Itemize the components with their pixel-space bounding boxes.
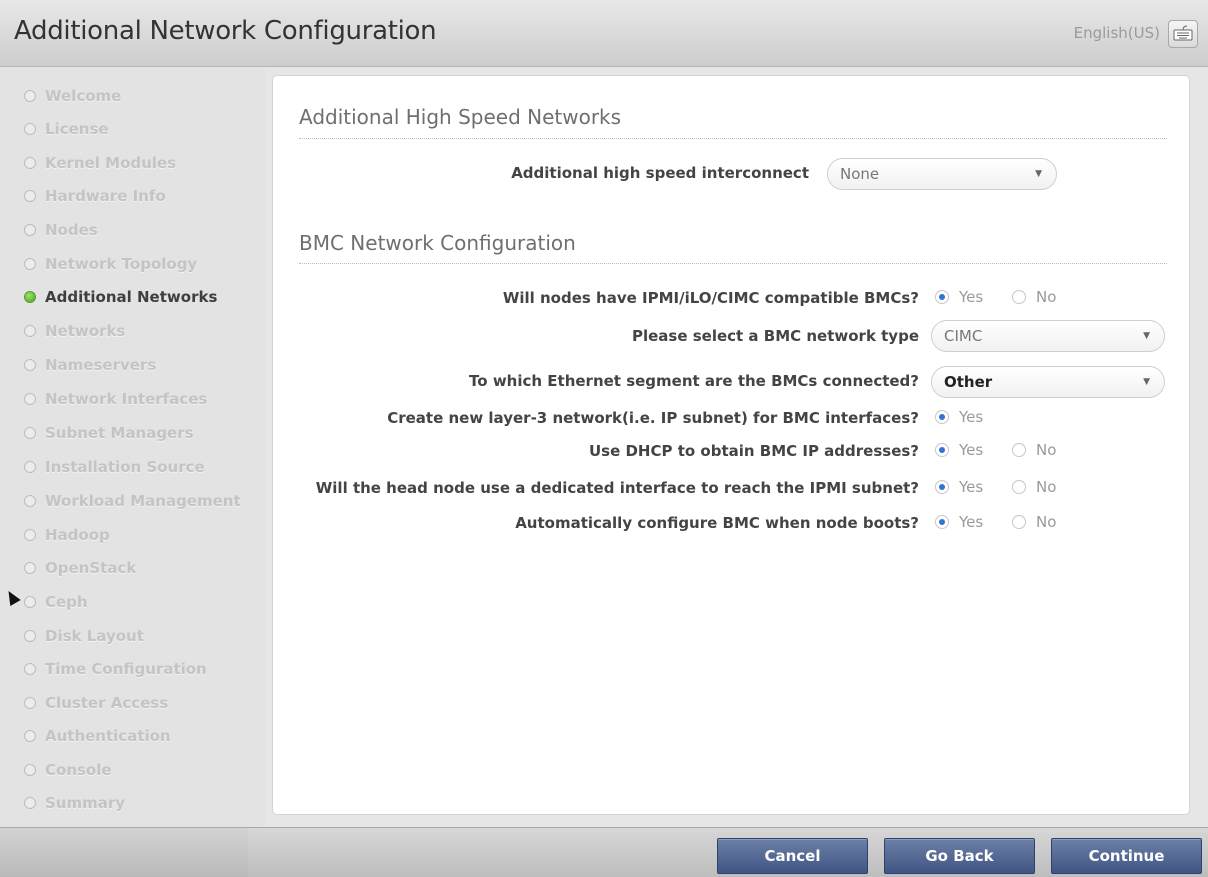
sidebar-item-subnet-managers[interactable]: Subnet Managers: [24, 422, 194, 444]
bmc-type-label: Please select a BMC network type: [631, 327, 919, 345]
sidebar-item-network-interfaces[interactable]: Network Interfaces: [24, 388, 207, 410]
cancel-button[interactable]: Cancel: [717, 838, 868, 874]
interconnect-label: Additional high speed interconnect: [511, 164, 809, 182]
continue-button[interactable]: Continue: [1051, 838, 1202, 874]
sidebar-item-hadoop[interactable]: Hadoop: [24, 524, 110, 546]
bmc-layer3-label: Create new layer-3 network(i.e. IP subne…: [387, 409, 919, 427]
sidebar-item-cluster-access[interactable]: Cluster Access: [24, 692, 168, 714]
language-selector[interactable]: English(US): [1074, 24, 1160, 42]
footer-bar: Cancel Go Back Continue: [0, 827, 1208, 877]
bmc-dedicated-label: Will the head node use a dedicated inter…: [315, 479, 919, 497]
step-dot-icon: [24, 630, 36, 642]
step-dot-icon: [24, 258, 36, 270]
bmc-dhcp-yes[interactable]: Yes: [935, 441, 983, 459]
step-dot-icon: [24, 90, 36, 102]
step-dot-icon: [24, 359, 36, 371]
radio-checked-icon: [935, 410, 949, 424]
bmc-type-select[interactable]: CIMC ▼: [931, 320, 1165, 352]
bmc-compatible-label: Will nodes have IPMI/iLO/CIMC compatible…: [502, 289, 919, 307]
sidebar-item-nodes[interactable]: Nodes: [24, 219, 98, 241]
step-dot-icon: [24, 797, 36, 809]
sidebar-item-network-topology[interactable]: Network Topology: [24, 253, 197, 275]
footer-left-panel: [0, 828, 248, 877]
step-dot-icon: [24, 427, 36, 439]
sidebar-item-workload-management[interactable]: Workload Management: [24, 490, 241, 512]
radio-unchecked-icon: [1012, 290, 1026, 304]
section-title-bmc: BMC Network Configuration: [299, 231, 576, 255]
keyboard-icon[interactable]: [1168, 20, 1198, 48]
chevron-down-icon: ▼: [1143, 331, 1150, 341]
step-dot-icon: [24, 157, 36, 169]
bmc-dhcp-no[interactable]: No: [1012, 441, 1056, 459]
section-divider: [299, 263, 1167, 264]
radio-unchecked-icon: [1012, 515, 1026, 529]
chevron-down-icon: ▼: [1035, 169, 1042, 179]
bmc-dedicated-no[interactable]: No: [1012, 478, 1056, 496]
step-dot-icon: [24, 495, 36, 507]
bmc-compatible-yes[interactable]: Yes: [935, 288, 983, 306]
radio-checked-icon: [935, 515, 949, 529]
step-dot-icon: [24, 325, 36, 337]
section-divider: [299, 138, 1167, 139]
sidebar-item-summary[interactable]: Summary: [24, 792, 125, 814]
sidebar-item-console[interactable]: Console: [24, 759, 112, 781]
section-title-high-speed: Additional High Speed Networks: [299, 105, 622, 129]
sidebar-item-additional-networks[interactable]: Additional Networks: [24, 286, 217, 308]
sidebar-item-disk-layout[interactable]: Disk Layout: [24, 625, 144, 647]
bmc-dedicated-yes[interactable]: Yes: [935, 478, 983, 496]
radio-checked-icon: [935, 480, 949, 494]
bmc-segment-select[interactable]: Other ▼: [931, 366, 1165, 398]
bmc-autoconfig-label: Automatically configure BMC when node bo…: [515, 514, 919, 532]
sidebar-item-license[interactable]: License: [24, 118, 109, 140]
step-dot-icon: [24, 764, 36, 776]
main-panel: Additional High Speed Networks Additiona…: [272, 75, 1190, 815]
step-dot-icon: [24, 461, 36, 473]
step-dot-icon: [24, 663, 36, 675]
step-dot-icon: [24, 190, 36, 202]
sidebar-item-openstack[interactable]: OpenStack: [24, 557, 136, 579]
step-dot-icon: [24, 562, 36, 574]
bmc-autoconfig-no[interactable]: No: [1012, 513, 1056, 531]
sidebar-item-authentication[interactable]: Authentication: [24, 725, 171, 747]
wizard-steps-sidebar: Welcome License Kernel Modules Hardware …: [0, 67, 265, 827]
sidebar-item-hardware-info[interactable]: Hardware Info: [24, 185, 166, 207]
step-dot-icon: [24, 730, 36, 742]
bmc-layer3-radio-group: Yes: [935, 408, 1007, 426]
bmc-dedicated-radio-group: Yes No: [935, 478, 1080, 496]
title-bar: Additional Network Configuration English…: [0, 0, 1208, 67]
step-dot-icon: [24, 697, 36, 709]
sidebar-item-installation-source[interactable]: Installation Source: [24, 456, 205, 478]
step-dot-icon: [24, 224, 36, 236]
chevron-down-icon: ▼: [1143, 377, 1150, 387]
sidebar-item-ceph[interactable]: Ceph: [24, 591, 88, 613]
radio-unchecked-icon: [1012, 443, 1026, 457]
bmc-dhcp-label: Use DHCP to obtain BMC IP addresses?: [588, 442, 919, 460]
step-dot-icon: [24, 393, 36, 405]
sidebar-item-kernel-modules[interactable]: Kernel Modules: [24, 152, 176, 174]
bmc-dhcp-radio-group: Yes No: [935, 441, 1080, 459]
sidebar-item-networks[interactable]: Networks: [24, 320, 125, 342]
page-title: Additional Network Configuration: [14, 16, 437, 46]
sidebar-item-time-configuration[interactable]: Time Configuration: [24, 658, 207, 680]
bmc-autoconfig-radio-group: Yes No: [935, 513, 1080, 531]
bmc-compatible-no[interactable]: No: [1012, 288, 1056, 306]
bmc-segment-label: To which Ethernet segment are the BMCs c…: [469, 372, 919, 390]
step-dot-icon: [24, 529, 36, 541]
step-dot-icon: [24, 123, 36, 135]
step-active-dot-icon: [24, 291, 36, 303]
bmc-layer3-yes[interactable]: Yes: [935, 408, 983, 426]
bmc-autoconfig-yes[interactable]: Yes: [935, 513, 983, 531]
step-dot-icon: [24, 596, 36, 608]
sidebar-item-nameservers[interactable]: Nameservers: [24, 354, 156, 376]
radio-unchecked-icon: [1012, 480, 1026, 494]
radio-checked-icon: [935, 290, 949, 304]
sidebar-item-welcome[interactable]: Welcome: [24, 85, 121, 107]
radio-checked-icon: [935, 443, 949, 457]
bmc-compatible-radio-group: Yes No: [935, 288, 1080, 306]
interconnect-select[interactable]: None ▼: [827, 158, 1057, 190]
go-back-button[interactable]: Go Back: [884, 838, 1035, 874]
